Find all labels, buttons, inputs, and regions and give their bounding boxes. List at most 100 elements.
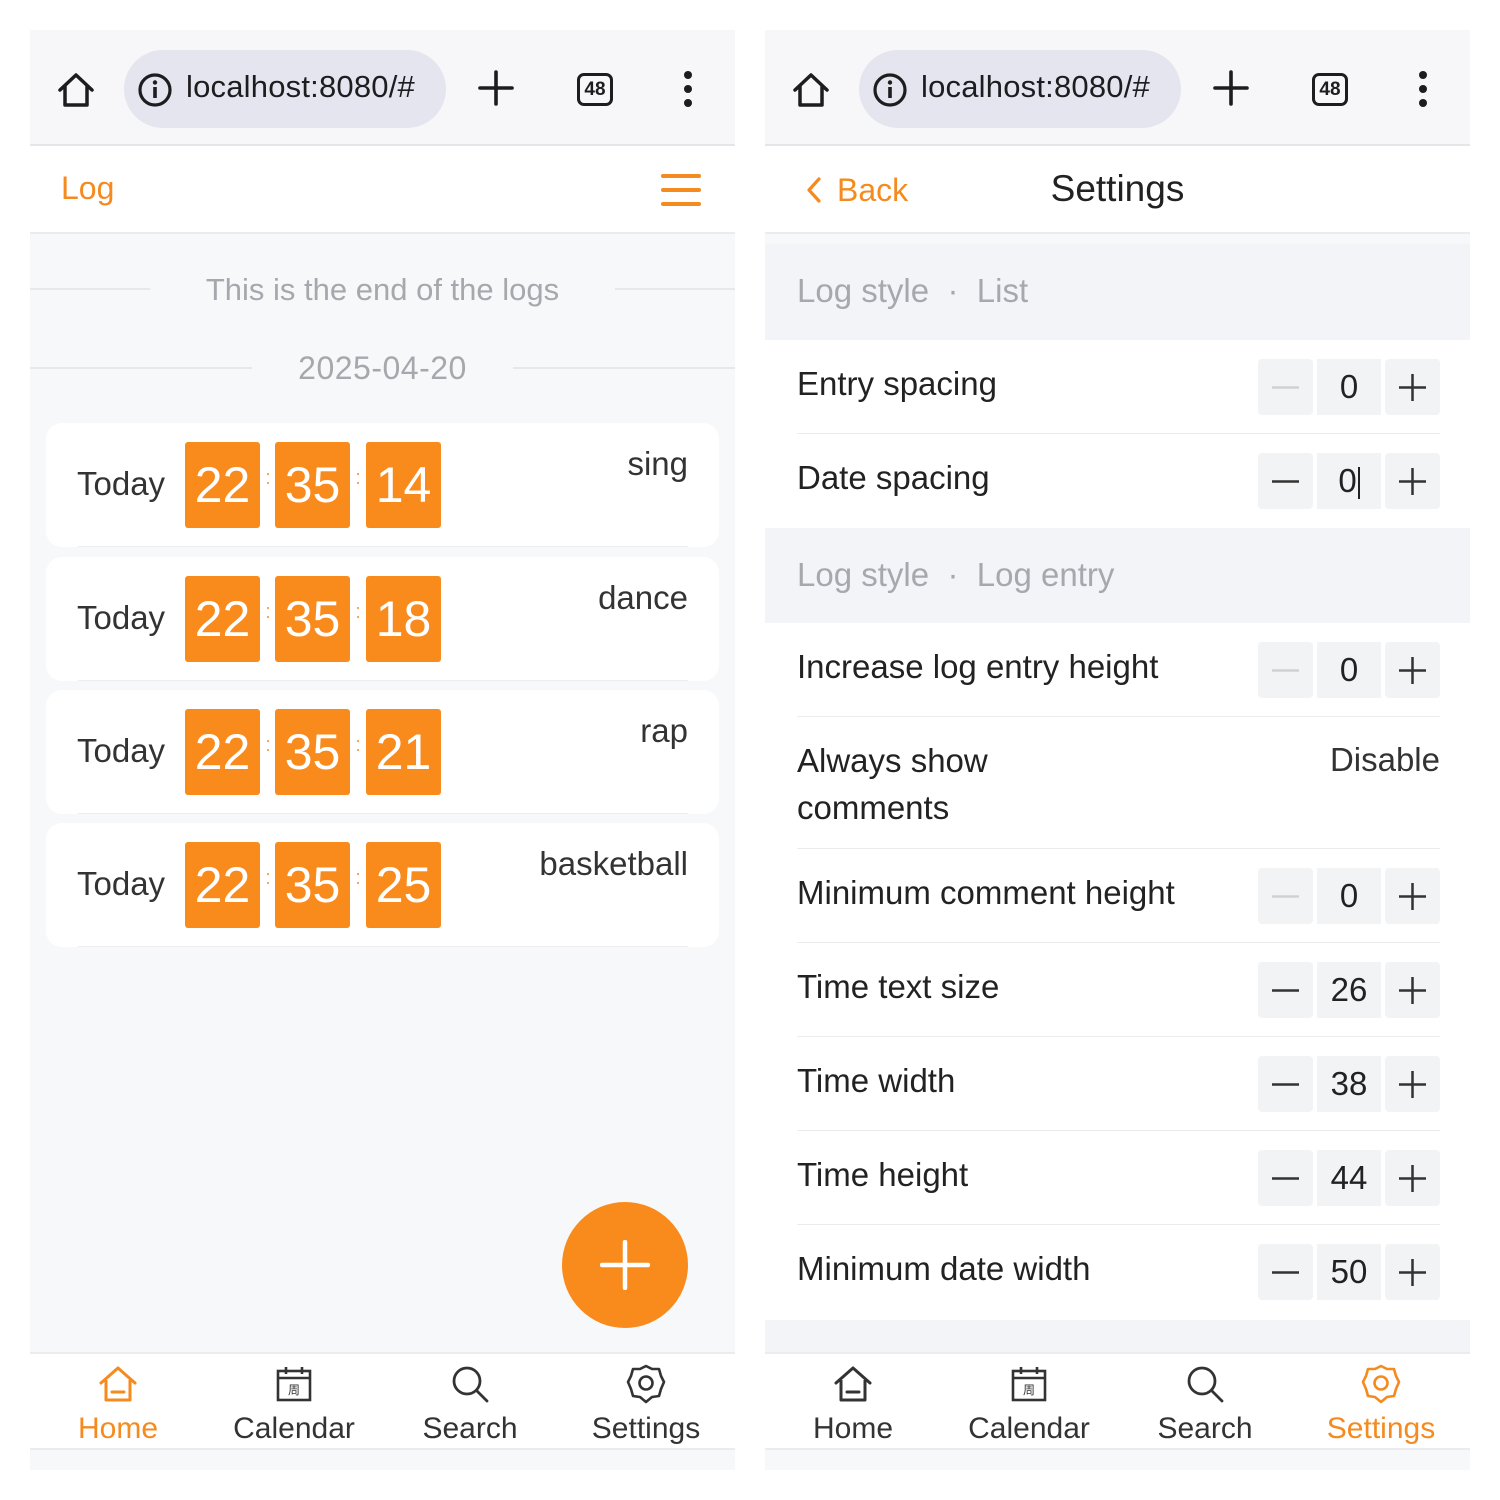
plus-icon [1399,468,1426,495]
entry-minute: 35 [275,442,350,528]
increment-button[interactable] [1385,1244,1440,1300]
new-tab-plus-icon[interactable] [1213,70,1249,106]
time-separator: : [355,867,361,889]
log-entry[interactable]: Today 22 : 35 : 25 basketball [46,823,719,947]
stepper-value[interactable]: 0 [1317,359,1381,415]
end-of-logs-message: This is the end of the logs [205,272,560,307]
increment-button[interactable] [1385,868,1440,924]
increase-height-stepper: 0 [1258,642,1440,698]
url-text: localhost:8080/# [186,69,415,104]
setting-label: Date spacing [797,459,990,496]
tab-home[interactable]: Home [765,1354,941,1452]
stepper-value[interactable]: 0 [1317,642,1381,698]
decrement-button[interactable] [1258,1244,1313,1300]
calendar-icon: 周 [1011,1367,1047,1402]
setting-label: Minimum comment height [797,874,1175,911]
settings-bottom-spacer [765,1320,1470,1352]
log-entry[interactable]: Today 22 : 35 : 18 dance [46,557,719,681]
entry-second: 25 [366,842,441,928]
tab-search[interactable]: Search [1117,1354,1293,1452]
setting-always-show-comments[interactable]: Always show comments Disable [765,717,1470,849]
tab-search[interactable]: Search [382,1354,558,1452]
tab-settings-label: Settings [591,1412,701,1445]
increment-button[interactable] [1385,962,1440,1018]
tabs-count-button[interactable]: 48 [577,73,613,106]
tab-settings[interactable]: Settings [558,1354,734,1452]
home-icon[interactable] [56,70,96,110]
decrement-button[interactable] [1258,1056,1313,1112]
section-header-list: Log style · List [765,244,1470,340]
tab-settings[interactable]: Settings [1293,1354,1469,1452]
url-bar[interactable]: localhost:8080/# [124,50,446,128]
increment-button[interactable] [1385,453,1440,509]
entry-label: dance [598,579,688,616]
setting-date-spacing: Date spacing 0 [765,434,1470,528]
setting-label: Entry spacing [797,365,997,402]
tab-calendar-label: Calendar [233,1412,355,1445]
minus-icon [1272,895,1299,898]
stepper-value[interactable]: 26 [1317,962,1381,1018]
home-icon[interactable] [791,70,831,110]
setting-time-width: Time width 38 [765,1037,1470,1131]
new-tab-plus-icon[interactable] [478,70,514,106]
more-vert-icon[interactable] [680,70,696,108]
setting-label: Increase log entry height [797,648,1159,685]
tab-home-label: Home [77,1412,159,1445]
tab-settings-label: Settings [1326,1412,1436,1445]
always-show-comments-value[interactable]: Disable [1330,741,1440,779]
increment-button[interactable] [1385,1056,1440,1112]
time-separator: : [265,601,271,623]
log-screen: localhost:8080/# 48 Log This is the end … [30,30,735,1470]
entry-divider [78,680,688,681]
decrement-button[interactable] [1258,453,1313,509]
tab-calendar[interactable]: 周 Calendar [206,1354,382,1452]
info-icon[interactable] [138,73,172,107]
stepper-value[interactable]: 38 [1317,1056,1381,1112]
time-separator: : [265,467,271,489]
minus-icon [1272,1271,1299,1274]
entry-divider [78,813,688,814]
more-vert-icon[interactable] [1415,70,1431,108]
url-bar[interactable]: localhost:8080/# [859,50,1181,128]
time-separator: : [265,867,271,889]
stepper-value[interactable]: 0 [1317,868,1381,924]
increment-button[interactable] [1385,1150,1440,1206]
log-entry[interactable]: Today 22 : 35 : 21 rap [46,690,719,814]
entry-hour: 22 [185,709,260,795]
stepper-value[interactable]: 50 [1317,1244,1381,1300]
min-comment-height-stepper: 0 [1258,868,1440,924]
tab-home[interactable]: Home [30,1354,206,1452]
decrement-button[interactable] [1258,868,1313,924]
time-separator: : [355,601,361,623]
stepper-value[interactable]: 0 [1317,453,1381,509]
tabs-count-button[interactable]: 48 [1312,73,1348,106]
stepper-value[interactable]: 44 [1317,1150,1381,1206]
tab-home-label: Home [812,1412,894,1445]
gear-icon [626,1364,666,1404]
setting-label: Time height [797,1156,969,1193]
entry-minute: 35 [275,709,350,795]
back-label: Back [837,171,909,208]
calendar-icon: 周 [276,1367,312,1402]
date-spacing-stepper: 0 [1258,453,1440,509]
setting-min-comment-height: Minimum comment height 0 [765,849,1470,943]
decrement-button[interactable] [1258,642,1313,698]
gear-icon [1361,1364,1401,1404]
decrement-button[interactable] [1258,962,1313,1018]
back-button[interactable]: Back [803,170,908,210]
url-text: localhost:8080/# [921,69,1150,104]
entry-hour: 22 [185,442,260,528]
time-separator: : [265,734,271,756]
info-icon[interactable] [873,73,907,107]
home-icon [99,1366,137,1402]
log-entry[interactable]: Today 22 : 35 : 14 sing [46,423,719,547]
increment-button[interactable] [1385,642,1440,698]
decrement-button[interactable] [1258,359,1313,415]
decrement-button[interactable] [1258,1150,1313,1206]
hamburger-icon[interactable] [661,174,701,208]
tab-calendar[interactable]: 周 Calendar [941,1354,1117,1452]
add-log-button[interactable] [562,1202,688,1328]
increment-button[interactable] [1385,359,1440,415]
time-height-stepper: 44 [1258,1150,1440,1206]
setting-min-date-width: Minimum date width 50 [765,1225,1470,1320]
